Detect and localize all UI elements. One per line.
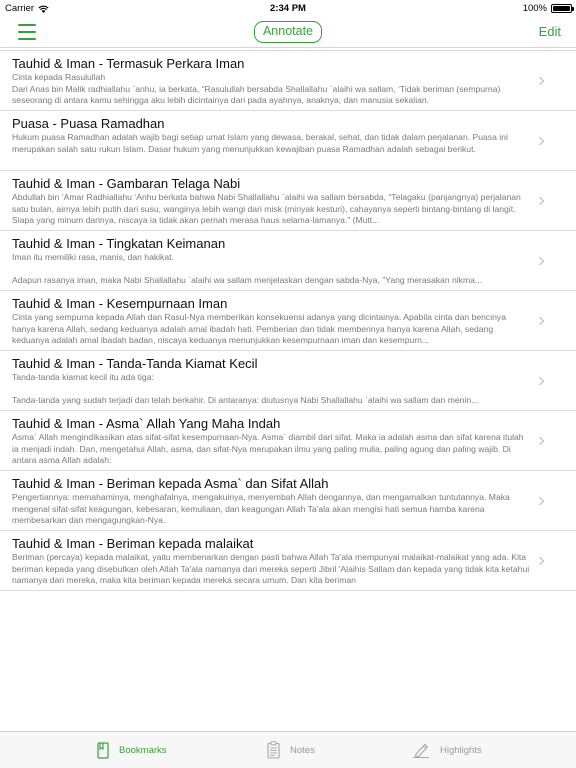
chevron-right-icon [535,136,545,146]
tab-bookmarks[interactable]: Bookmarks [97,732,167,768]
list-item[interactable]: Tauhid & Iman - Gambaran Telaga Nabi Abd… [0,171,576,231]
chevron-right-icon [535,196,545,206]
battery-icon [551,4,574,13]
item-preview: Hukum puasa Ramadhan adalah wajib bagi s… [12,132,508,154]
item-preview: Beriman (percaya) kepada malaikat, yaitu… [12,552,530,586]
chevron-right-icon [535,316,545,326]
item-title: Tauhid & Iman - Gambaran Telaga Nabi [12,176,241,191]
menu-line [18,38,36,40]
tab-highlights[interactable]: Highlights [412,732,482,768]
menu-line [18,24,36,26]
item-title: Tauhid & Iman - Termasuk Perkara Iman [12,56,245,71]
item-title: Tauhid & Iman - Kesempurnaan Iman [12,296,228,311]
edit-button[interactable]: Edit [539,24,561,39]
list-item[interactable]: Puasa - Puasa Ramadhan Hukum puasa Ramad… [0,111,576,171]
chevron-right-icon [535,76,545,86]
item-title: Tauhid & Iman - Beriman kepada Asma` dan… [12,476,329,491]
bookmark-icon [97,741,109,759]
hamburger-menu-icon[interactable] [18,24,36,40]
item-title: Tauhid & Iman - Beriman kepada malaikat [12,536,254,551]
item-preview: Pengertiannya: memahaminya, menghafalnya… [12,492,510,526]
chevron-right-icon [535,436,545,446]
highlighter-pen-icon [413,743,429,758]
item-preview: Tanda-tanda kiamat kecil itu ada tiga: T… [12,372,479,406]
list-item[interactable]: Tauhid & Iman - Kesempurnaan Iman Cinta … [0,291,576,351]
status-time: 2:34 PM [270,3,306,14]
annotate-button[interactable]: Annotate [254,21,322,43]
tab-bar: Bookmarks Notes Highlights [0,731,576,768]
notepad-icon [267,741,280,759]
item-title: Puasa - Puasa Ramadhan [12,116,165,131]
battery-fill [553,6,570,11]
tab-notes-label: Notes [290,744,315,756]
item-preview: Cinta yang sempurna kepada Allah dan Ras… [12,312,506,346]
nav-bar: Annotate Edit [0,18,576,48]
list-item[interactable]: Tauhid & Iman - Beriman kepada malaikat … [0,531,576,591]
chevron-right-icon [535,556,545,566]
tab-notes[interactable]: Notes [267,732,315,768]
list-item[interactable]: Tauhid & Iman - Tingkatan Keimanan Iman … [0,231,576,291]
item-preview: Asma` Allah mengindikasikan atas sifat-s… [12,432,524,466]
item-preview: Iman itu memiliki rasa, manis, dan hakik… [12,252,483,286]
item-title: Tauhid & Iman - Tingkatan Keimanan [12,236,226,251]
chevron-right-icon [535,496,545,506]
bookmark-list: Tauhid & Iman - Termasuk Perkara Iman Ci… [0,50,576,591]
list-item[interactable]: Tauhid & Iman - Beriman kepada Asma` dan… [0,471,576,531]
item-title: Tauhid & Iman - Asma` Allah Yang Maha In… [12,416,281,431]
battery-percent: 100% [522,3,547,14]
chevron-right-icon [535,376,545,386]
menu-line [18,31,36,33]
list-item[interactable]: Tauhid & Iman - Tanda-Tanda Kiamat Kecil… [0,351,576,411]
item-preview: Cinta kepada Rasulullah Dari Anas bin Ma… [12,72,501,106]
status-bar: Carrier 2:34 PM 100% [0,0,576,18]
status-right: 100% [522,3,574,14]
list-item[interactable]: Tauhid & Iman - Termasuk Perkara Iman Ci… [0,51,576,111]
list-item[interactable]: Tauhid & Iman - Asma` Allah Yang Maha In… [0,411,576,471]
tab-bookmarks-label: Bookmarks [119,744,167,756]
item-title: Tauhid & Iman - Tanda-Tanda Kiamat Kecil [12,356,258,371]
tab-highlights-label: Highlights [440,744,482,756]
item-preview: Abdullah bin ‘Amar Radhiallahu ‘Anhu ber… [12,192,521,226]
chevron-right-icon [535,256,545,266]
